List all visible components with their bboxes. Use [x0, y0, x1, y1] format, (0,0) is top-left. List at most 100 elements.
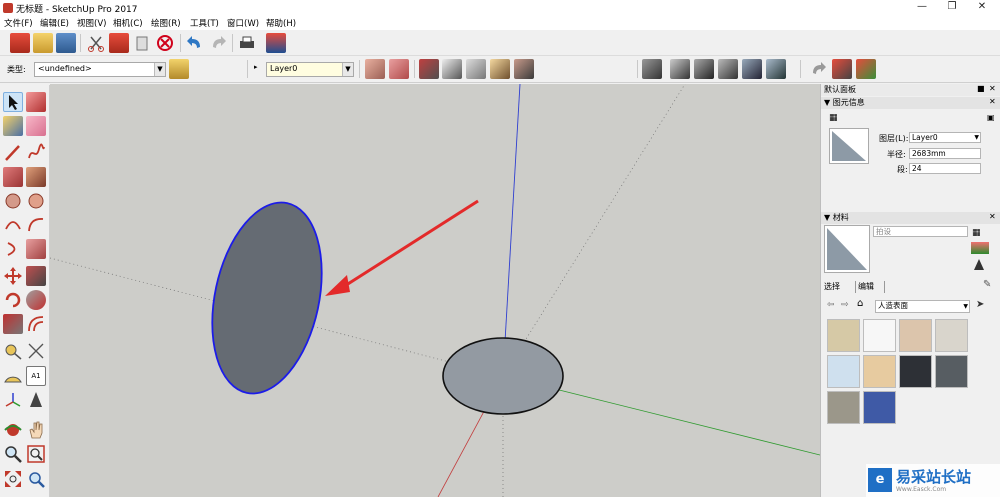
eraser-icon[interactable]	[26, 116, 46, 136]
menu-edit[interactable]: 编辑(E)	[40, 17, 69, 29]
paint-bucket-icon[interactable]	[3, 116, 23, 136]
text-tool-icon[interactable]: A1	[26, 366, 46, 386]
close-icon[interactable]: ✕	[972, 1, 992, 12]
radius-field[interactable]: 2683mm	[909, 148, 981, 159]
front-view-icon[interactable]	[694, 59, 714, 79]
sample-paint-icon[interactable]	[972, 258, 986, 271]
freehand-icon[interactable]	[26, 143, 46, 163]
copy-icon[interactable]	[109, 33, 129, 53]
arc-icon[interactable]	[3, 215, 23, 235]
3d-text-icon[interactable]	[26, 390, 46, 410]
details-arrow-icon[interactable]: ➤	[976, 299, 984, 310]
redo-gray-icon[interactable]	[808, 59, 828, 79]
redo-icon[interactable]	[208, 33, 228, 53]
tab-edit[interactable]: 编辑	[855, 281, 885, 293]
material-swatch[interactable]	[827, 319, 860, 352]
menu-draw[interactable]: 绘图(R)	[151, 17, 181, 29]
undo-icon[interactable]	[185, 33, 205, 53]
material-swatch[interactable]	[863, 319, 896, 352]
selected-circle-face[interactable]	[196, 192, 338, 403]
new-file-icon[interactable]	[10, 33, 30, 53]
left-view-icon[interactable]	[766, 59, 786, 79]
rotated-rectangle-icon[interactable]	[26, 167, 46, 187]
entity-info-close-icon[interactable]: ✕	[989, 97, 996, 106]
menu-window[interactable]: 窗口(W)	[227, 17, 259, 29]
display-secondary-icon[interactable]: ▦	[972, 228, 981, 238]
extension-icon[interactable]	[856, 59, 876, 79]
zoom-window-icon[interactable]	[26, 444, 46, 464]
right-view-icon[interactable]	[718, 59, 738, 79]
make-component-icon[interactable]	[26, 92, 46, 112]
entity-detail-icon[interactable]: ▣	[987, 113, 995, 122]
section-plane-icon[interactable]	[365, 59, 385, 79]
segments-field[interactable]: 24	[909, 163, 981, 174]
select-arrow-icon[interactable]	[3, 92, 23, 112]
entity-info-header[interactable]: ▼ 图元信息 ✕	[821, 97, 1000, 109]
menu-file[interactable]: 文件(F)	[4, 17, 33, 29]
section-display-icon[interactable]	[389, 59, 409, 79]
scale-icon[interactable]	[3, 314, 23, 334]
tag-icon[interactable]	[169, 59, 189, 79]
orbit-icon[interactable]	[3, 420, 23, 440]
create-material-icon[interactable]	[971, 242, 989, 254]
pin-icon[interactable]: ■	[977, 84, 985, 93]
save-icon[interactable]	[56, 33, 76, 53]
iso-view-icon[interactable]	[642, 59, 662, 79]
material-swatch[interactable]	[935, 355, 968, 388]
menu-help[interactable]: 帮助(H)	[266, 17, 296, 29]
material-swatch[interactable]	[899, 355, 932, 388]
material-swatch[interactable]	[827, 391, 860, 424]
axes-icon[interactable]	[3, 390, 23, 410]
wireframe-icon[interactable]	[466, 59, 486, 79]
top-view-icon[interactable]	[670, 59, 690, 79]
eyedropper-icon[interactable]: ✎	[983, 279, 991, 290]
back-arrow-icon[interactable]: ⇦	[827, 300, 835, 310]
rectangle-icon[interactable]	[3, 167, 23, 187]
previous-view-icon[interactable]	[26, 469, 46, 489]
pie-icon[interactable]	[26, 239, 46, 259]
library-dropdown[interactable]: 人造表面 ▼	[875, 300, 970, 313]
layer-dropdown[interactable]: Layer0 ▼	[266, 62, 354, 77]
protractor-icon[interactable]	[3, 366, 23, 386]
materials-header[interactable]: ▼ 材料 ✕	[821, 212, 1000, 224]
maximize-icon[interactable]: ❐	[942, 1, 962, 12]
menu-view[interactable]: 视图(V)	[77, 17, 106, 29]
tray-close-icon[interactable]: ✕	[989, 84, 996, 93]
drawing-viewport[interactable]	[50, 84, 820, 497]
rotate-icon[interactable]	[3, 290, 23, 310]
erase-icon[interactable]	[155, 33, 175, 53]
material-swatch[interactable]	[863, 391, 896, 424]
xray-icon[interactable]	[419, 59, 439, 79]
material-swatch[interactable]	[863, 355, 896, 388]
dimension-icon[interactable]	[26, 341, 46, 361]
move-icon[interactable]	[3, 266, 23, 286]
layer-select[interactable]: Layer0 ▼	[909, 132, 981, 143]
material-swatch[interactable]	[827, 355, 860, 388]
zoom-icon[interactable]	[3, 444, 23, 464]
shaded-textures-icon[interactable]	[514, 59, 534, 79]
forward-arrow-icon[interactable]: ⇨	[841, 300, 849, 310]
follow-me-icon[interactable]	[26, 290, 46, 310]
minimize-icon[interactable]: —	[912, 1, 932, 12]
menu-tools[interactable]: 工具(T)	[190, 17, 219, 29]
three-point-arc-icon[interactable]	[3, 239, 23, 259]
tape-measure-icon[interactable]	[3, 341, 23, 361]
circle-icon[interactable]	[3, 191, 23, 211]
paste-icon[interactable]	[132, 33, 152, 53]
materials-close-icon[interactable]: ✕	[989, 212, 996, 221]
back-edges-icon[interactable]	[442, 59, 462, 79]
material-name-field[interactable]: 拍设	[873, 226, 968, 237]
material-swatch[interactable]	[935, 319, 968, 352]
open-folder-icon[interactable]	[33, 33, 53, 53]
back-view-icon[interactable]	[742, 59, 762, 79]
menu-camera[interactable]: 相机(C)	[113, 17, 143, 29]
model-info-icon[interactable]	[266, 33, 286, 53]
print-icon[interactable]	[237, 33, 257, 53]
home-icon[interactable]: ⌂	[857, 298, 863, 309]
material-swatch[interactable]	[899, 319, 932, 352]
pencil-line-icon[interactable]	[3, 143, 23, 163]
pan-hand-icon[interactable]	[26, 420, 46, 440]
polygon-icon[interactable]	[26, 191, 46, 211]
push-pull-icon[interactable]	[26, 266, 46, 286]
type-dropdown[interactable]: <undefined> ▼	[34, 62, 166, 77]
